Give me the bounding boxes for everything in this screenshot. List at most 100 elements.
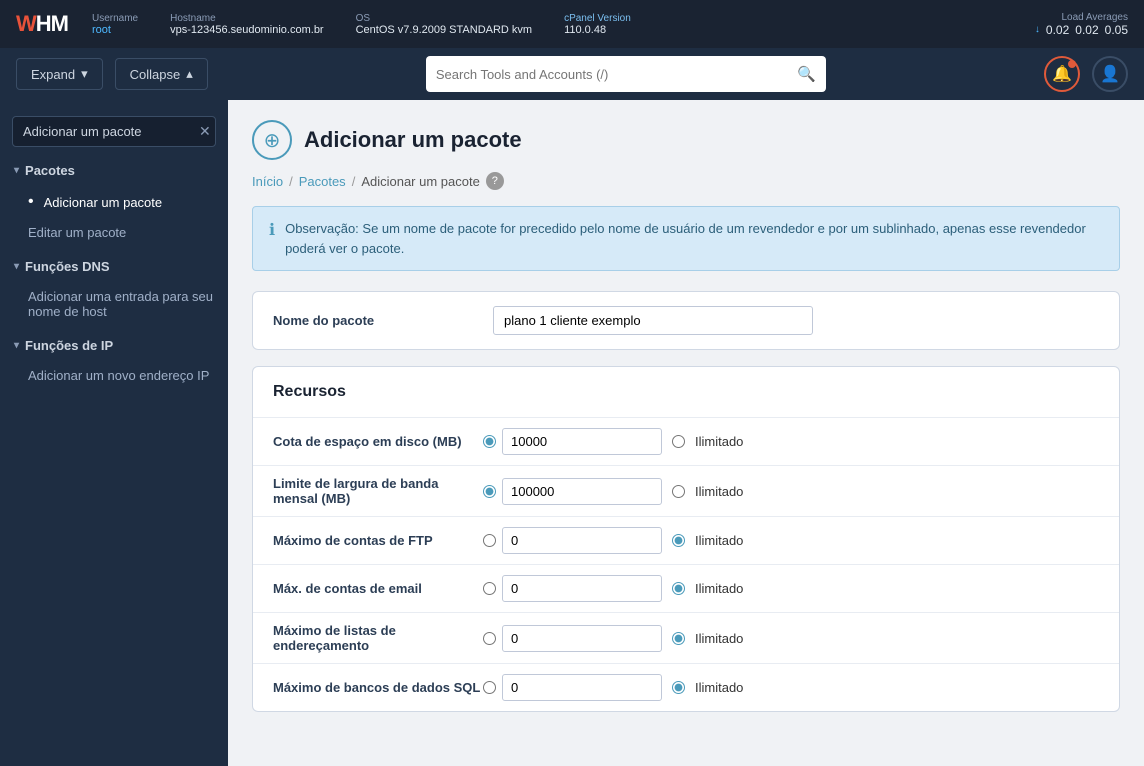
os-value: CentOS v7.9.2009 STANDARD kvm [356, 24, 532, 36]
radio-unlimited-input-0[interactable] [672, 435, 685, 448]
username-info: Username root [92, 13, 138, 36]
radio-unlimited-input-3[interactable] [672, 582, 685, 595]
main-layout: ✕ ▾ Pacotes Adicionar um pacote Editar u… [0, 100, 1144, 766]
radio-specific-4 [483, 625, 662, 652]
sidebar-item-label: Adicionar um novo endereço IP [28, 368, 209, 383]
notifications-button[interactable]: 🔔 [1044, 56, 1080, 92]
sidebar-item-label: Adicionar uma entrada para seu nome de h… [28, 289, 214, 319]
load-label: Load Averages [1061, 12, 1128, 23]
expand-chevron-icon: ▾ [81, 66, 88, 82]
resource-value-input-0[interactable] [502, 428, 662, 455]
unlimited-label-2: Ilimitado [695, 533, 743, 548]
radio-unlimited-input-2[interactable] [672, 534, 685, 547]
resource-controls-1: Ilimitado [483, 478, 743, 505]
load-values: ↓ 0.02 0.02 0.05 [1035, 23, 1128, 37]
unlimited-label-0: Ilimitado [695, 434, 743, 449]
os-info: OS CentOS v7.9.2009 STANDARD kvm [356, 13, 532, 36]
breadcrumb-sep-1: / [289, 174, 293, 189]
load-val-1: 0.02 [1046, 23, 1069, 37]
search-box: 🔍 [426, 56, 826, 92]
os-label: OS [356, 13, 532, 24]
sidebar-item-add-dns-entry[interactable]: Adicionar uma entrada para seu nome de h… [0, 282, 228, 326]
resource-controls-3: Ilimitado [483, 575, 743, 602]
radio-specific-0 [483, 428, 662, 455]
radio-unlimited-input-4[interactable] [672, 632, 685, 645]
hostname-info: Hostname vps-123456.seudominio.com.br [170, 13, 323, 36]
radio-unlimited-input-1[interactable] [672, 485, 685, 498]
radio-unlimited-0: Ilimitado [672, 434, 743, 449]
resource-value-input-5[interactable] [502, 674, 662, 701]
sidebar-section-pacotes-header[interactable]: ▾ Pacotes [0, 155, 228, 186]
resources-title: Recursos [253, 367, 1119, 418]
breadcrumb-pacotes[interactable]: Pacotes [299, 174, 346, 189]
breadcrumb-inicio[interactable]: Início [252, 174, 283, 189]
page-title: Adicionar um pacote [304, 127, 522, 153]
sidebar-section-ip-header[interactable]: ▾ Funções de IP [0, 330, 228, 361]
resource-row: Máximo de listas de endereçamento Ilimit… [253, 613, 1119, 664]
resource-row: Máximo de bancos de dados SQL Ilimitado [253, 664, 1119, 711]
resource-row: Máximo de contas de FTP Ilimitado [253, 517, 1119, 565]
sidebar-item-label: Editar um pacote [28, 225, 126, 240]
sidebar-item-add-ip[interactable]: Adicionar um novo endereço IP [0, 361, 228, 390]
radio-specific-input-3[interactable] [483, 582, 496, 595]
breadcrumb-current: Adicionar um pacote [361, 174, 480, 189]
radio-specific-input-0[interactable] [483, 435, 496, 448]
user-menu-button[interactable]: 👤 [1092, 56, 1128, 92]
secondbar: Expand ▾ Collapse ▴ 🔍 🔔 👤 [0, 48, 1144, 100]
collapse-button[interactable]: Collapse ▴ [115, 58, 208, 90]
sidebar-section-dns: ▾ Funções DNS Adicionar uma entrada para… [0, 251, 228, 326]
search-container: 🔍 [220, 56, 1032, 92]
radio-specific-5 [483, 674, 662, 701]
radio-specific-input-5[interactable] [483, 681, 496, 694]
sidebar-item-editar-pacote[interactable]: Editar um pacote [0, 218, 228, 247]
resources-card: Recursos Cota de espaço em disco (MB) Il… [252, 366, 1120, 712]
username-label: Username [92, 13, 138, 24]
notification-dot [1068, 60, 1076, 68]
notice-text: Observação: Se um nome de pacote for pre… [285, 219, 1103, 258]
resource-row: Limite de largura de banda mensal (MB) I… [253, 466, 1119, 517]
resource-controls-2: Ilimitado [483, 527, 743, 554]
help-icon[interactable]: ? [486, 172, 504, 190]
radio-specific-3 [483, 575, 662, 602]
radio-specific-input-1[interactable] [483, 485, 496, 498]
resource-label-3: Máx. de contas de email [273, 581, 483, 596]
package-name-row: Nome do pacote [253, 292, 1119, 349]
resource-value-input-2[interactable] [502, 527, 662, 554]
resource-rows-container: Cota de espaço em disco (MB) Ilimitado L… [253, 418, 1119, 711]
load-averages: Load Averages ↓ 0.02 0.02 0.05 [1035, 12, 1128, 37]
radio-unlimited-2: Ilimitado [672, 533, 743, 548]
sidebar-item-adicionar-pacote[interactable]: Adicionar um pacote [0, 186, 228, 218]
package-name-input[interactable] [493, 306, 813, 335]
unlimited-label-3: Ilimitado [695, 581, 743, 596]
expand-label: Expand [31, 67, 75, 82]
search-icon-button[interactable]: 🔍 [797, 65, 816, 83]
topbar-right: Load Averages ↓ 0.02 0.02 0.05 [1035, 12, 1128, 37]
breadcrumb-sep-2: / [352, 174, 356, 189]
resource-value-input-3[interactable] [502, 575, 662, 602]
resource-label-4: Máximo de listas de endereçamento [273, 623, 483, 653]
radio-unlimited-1: Ilimitado [672, 484, 743, 499]
sidebar-section-ip: ▾ Funções de IP Adicionar um novo endere… [0, 330, 228, 390]
resource-controls-4: Ilimitado [483, 625, 743, 652]
sidebar-section-dns-header[interactable]: ▾ Funções DNS [0, 251, 228, 282]
topbar: WHM Username root Hostname vps-123456.se… [0, 0, 1144, 48]
radio-specific-input-4[interactable] [483, 632, 496, 645]
radio-unlimited-input-5[interactable] [672, 681, 685, 694]
sidebar: ✕ ▾ Pacotes Adicionar um pacote Editar u… [0, 100, 228, 766]
search-input[interactable] [436, 67, 789, 82]
resource-value-input-1[interactable] [502, 478, 662, 505]
sidebar-search-clear-button[interactable]: ✕ [199, 123, 211, 140]
content-area: ⊕ Adicionar um pacote Início / Pacotes /… [228, 100, 1144, 766]
expand-button[interactable]: Expand ▾ [16, 58, 103, 90]
username-value: root [92, 24, 138, 36]
resource-controls-5: Ilimitado [483, 674, 743, 701]
sidebar-search-input[interactable] [23, 124, 199, 139]
collapse-label: Collapse [130, 67, 181, 82]
resource-label-0: Cota de espaço em disco (MB) [273, 434, 483, 449]
radio-unlimited-3: Ilimitado [672, 581, 743, 596]
radio-specific-input-2[interactable] [483, 534, 496, 547]
resource-value-input-4[interactable] [502, 625, 662, 652]
hostname-label: Hostname [170, 13, 323, 24]
cpanel-value: 110.0.48 [564, 24, 631, 36]
breadcrumb: Início / Pacotes / Adicionar um pacote ? [252, 172, 1120, 190]
